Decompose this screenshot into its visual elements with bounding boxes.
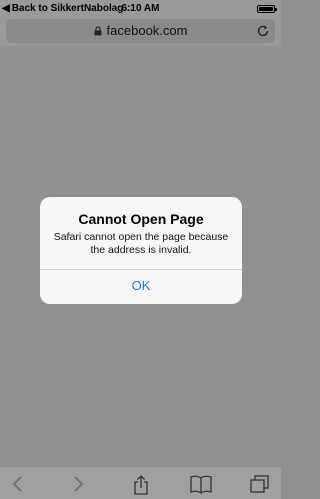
url-area: facebook.com <box>0 18 281 46</box>
status-bar: ◀ Back to SikkertNabolag… 6:10 AM <box>0 0 281 18</box>
lock-icon <box>94 26 102 36</box>
alert-message: Safari cannot open the page because the … <box>53 231 229 256</box>
url-domain: facebook.com <box>106 23 188 38</box>
share-button[interactable] <box>130 474 152 495</box>
ok-button[interactable]: OK <box>40 270 242 304</box>
alert-title: Cannot Open Page <box>78 211 204 227</box>
forward-button[interactable] <box>66 474 88 494</box>
alert-dialog: Cannot Open Page Safari cannot open the … <box>40 197 242 304</box>
back-caret-icon: ◀ <box>2 2 10 14</box>
back-to-app-label: Back to SikkertNabolag… <box>11 3 134 14</box>
reload-icon[interactable] <box>256 24 270 38</box>
back-icon <box>12 476 22 492</box>
bookmarks-icon <box>190 475 212 494</box>
tabs-button[interactable] <box>249 474 271 494</box>
bookmarks-button[interactable] <box>189 474 212 494</box>
forward-icon <box>74 476 84 492</box>
bottom-toolbar <box>0 466 281 499</box>
url-display[interactable]: facebook.com <box>6 23 275 38</box>
back-to-app-link[interactable]: ◀ Back to SikkertNabolag… <box>2 3 133 14</box>
back-button[interactable] <box>8 474 30 494</box>
tabs-icon <box>250 475 269 493</box>
battery-icon <box>257 5 277 13</box>
share-icon <box>134 475 148 495</box>
address-bar[interactable]: facebook.com <box>6 19 275 43</box>
